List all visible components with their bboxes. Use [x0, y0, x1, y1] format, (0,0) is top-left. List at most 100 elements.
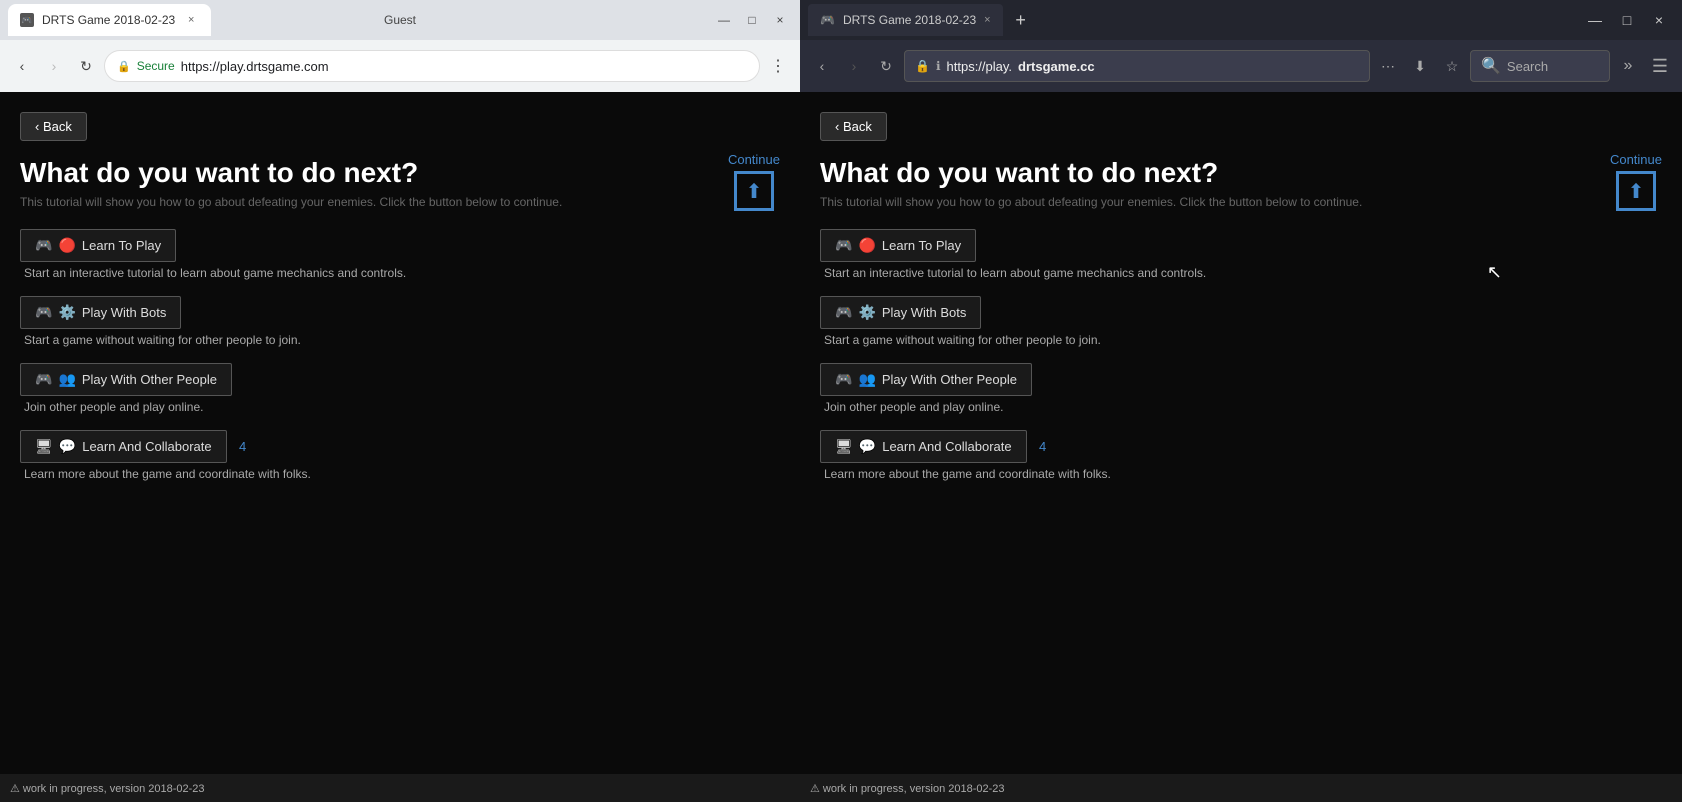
right-page-title: What do you want to do next?	[820, 157, 1662, 189]
chrome-tab[interactable]: 🎮 DRTS Game 2018-02-23 ×	[8, 4, 211, 36]
chrome-menu-btn[interactable]: ⋮	[764, 52, 792, 80]
right-option-play-with-people: 🎮 👥 Play With Other People Join other pe…	[820, 363, 1662, 414]
ff-tab-title: DRTS Game 2018-02-23	[843, 13, 976, 27]
right-continue-label: Continue	[1610, 152, 1662, 167]
ff-maximize-btn[interactable]: □	[1612, 5, 1642, 35]
left-play-with-bots-desc: Start a game without waiting for other p…	[24, 333, 780, 347]
right-play-with-bots-btn[interactable]: 🎮 ⚙️ Play With Bots	[820, 296, 981, 329]
ff-more-options-btn[interactable]: ⋯	[1374, 52, 1402, 80]
ff-refresh-btn[interactable]: ↻	[872, 52, 900, 80]
left-game-content: ‹ Back What do you want to do next? This…	[0, 92, 800, 774]
ff-chevron-more-btn[interactable]: »	[1614, 52, 1642, 80]
ff-search-text: Search	[1507, 59, 1548, 74]
left-chat-icon: 💬	[59, 438, 76, 455]
chrome-tab-close[interactable]: ×	[183, 12, 199, 28]
right-play-with-people-desc: Join other people and play online.	[824, 400, 1662, 414]
chrome-close-btn[interactable]: ×	[768, 8, 792, 32]
right-gamepad-icon: 🎮	[835, 237, 852, 254]
chrome-addressbar: ‹ › ↻ 🔒 Secure https://play.drtsgame.com…	[0, 40, 800, 92]
right-continue-arrow-icon: ⬆	[1616, 171, 1656, 211]
left-option-learn-collaborate: 🖥 💬 Learn And Collaborate 4 Learn more a…	[20, 430, 780, 481]
right-continue-btn[interactable]: Continue ⬆	[1610, 152, 1662, 211]
right-gamepad3-icon: 🎮	[835, 371, 852, 388]
left-statusbar: ⚠ work in progress, version 2018-02-23	[0, 774, 800, 802]
right-option4-badge: 4	[1039, 439, 1046, 454]
left-page-title: What do you want to do next?	[20, 157, 780, 189]
left-screen-icon: 🖥	[35, 438, 53, 455]
right-option-learn-collaborate: 🖥 💬 Learn And Collaborate 4 Learn more a…	[820, 430, 1662, 481]
left-learn-icon: 🔴	[58, 237, 75, 254]
left-back-button[interactable]: ‹ Back	[20, 112, 87, 141]
right-gamepad2-icon: 🎮	[835, 304, 852, 321]
right-play-with-bots-label: Play With Bots	[882, 305, 967, 320]
left-gamepad3-icon: 🎮	[35, 371, 52, 388]
right-play-with-people-label: Play With Other People	[882, 372, 1017, 387]
ff-tab-close-btn[interactable]: ×	[984, 14, 990, 26]
ff-back-nav[interactable]: ‹	[808, 52, 836, 80]
right-game-content: ‹ Back What do you want to do next? This…	[800, 92, 1682, 774]
left-continue-arrow-icon: ⬆	[734, 171, 774, 211]
left-option4-badge: 4	[239, 439, 246, 454]
right-chat-icon: 💬	[859, 438, 876, 455]
chrome-address-bar[interactable]: 🔒 Secure https://play.drtsgame.com	[104, 50, 760, 82]
left-page-subtitle: This tutorial will show you how to go ab…	[20, 195, 780, 209]
right-play-with-people-btn[interactable]: 🎮 👥 Play With Other People	[820, 363, 1032, 396]
ff-forward-nav[interactable]: ›	[840, 52, 868, 80]
ff-new-tab-btn[interactable]: +	[1007, 6, 1035, 34]
ff-toolbar-icons: ⋯ ⬇ ☆	[1374, 52, 1466, 80]
ff-search-box[interactable]: 🔍 Search	[1470, 50, 1610, 82]
right-learn-collaborate-desc: Learn more about the game and coordinate…	[824, 467, 1662, 481]
chrome-forward-nav[interactable]: ›	[40, 52, 68, 80]
chrome-refresh-btn[interactable]: ↻	[72, 52, 100, 80]
ff-address-bar[interactable]: 🔒 ℹ https://play.drtsgame.cc	[904, 50, 1370, 82]
chrome-url: https://play.drtsgame.com	[181, 59, 329, 74]
ff-pocket-icon[interactable]: ⬇	[1406, 52, 1434, 80]
left-learn-collaborate-desc: Learn more about the game and coordinate…	[24, 467, 780, 481]
ff-bookmark-icon[interactable]: ☆	[1438, 52, 1466, 80]
right-statusbar: ⚠ work in progress, version 2018-02-23	[800, 774, 1682, 802]
ff-addressbar: ‹ › ↻ 🔒 ℹ https://play.drtsgame.cc ⋯ ⬇ ☆…	[800, 40, 1682, 92]
right-option-learn-to-play: 🎮 🔴 Learn To Play Start an interactive t…	[820, 229, 1662, 280]
left-learn-to-play-btn[interactable]: 🎮 🔴 Learn To Play	[20, 229, 176, 262]
right-option-play-with-bots: 🎮 ⚙️ Play With Bots Start a game without…	[820, 296, 1662, 347]
left-option-learn-to-play: 🎮 🔴 Learn To Play Start an interactive t…	[20, 229, 780, 280]
right-back-button[interactable]: ‹ Back	[820, 112, 887, 141]
ff-minimize-btn[interactable]: —	[1580, 5, 1610, 35]
left-status-text: ⚠ work in progress, version 2018-02-23	[10, 782, 205, 795]
left-play-with-bots-btn[interactable]: 🎮 ⚙️ Play With Bots	[20, 296, 181, 329]
ff-window-controls: — □ ×	[1580, 5, 1674, 35]
right-play-with-bots-desc: Start a game without waiting for other p…	[824, 333, 1662, 347]
left-play-with-people-desc: Join other people and play online.	[24, 400, 780, 414]
right-learn-to-play-label: Learn To Play	[882, 238, 961, 253]
ff-tab-favicon: 🎮	[820, 13, 835, 27]
ff-hamburger-menu-btn[interactable]: ☰	[1646, 52, 1674, 80]
ff-search-magnifier-icon: 🔍	[1481, 56, 1501, 76]
chrome-minimize-btn[interactable]: —	[712, 8, 736, 32]
left-chrome-browser: 🎮 DRTS Game 2018-02-23 × Guest — □ × ‹ ›…	[0, 0, 800, 802]
ff-tab[interactable]: 🎮 DRTS Game 2018-02-23 ×	[808, 4, 1003, 36]
left-learn-to-play-desc: Start an interactive tutorial to learn a…	[24, 266, 780, 280]
ff-close-btn[interactable]: ×	[1644, 5, 1674, 35]
left-learn-collaborate-btn[interactable]: 🖥 💬 Learn And Collaborate	[20, 430, 227, 463]
left-play-with-people-btn[interactable]: 🎮 👥 Play With Other People	[20, 363, 232, 396]
left-gamepad-icon: 🎮	[35, 237, 52, 254]
right-people-icon: 👥	[858, 371, 875, 388]
left-learn-to-play-label: Learn To Play	[82, 238, 161, 253]
right-learn-collaborate-label: Learn And Collaborate	[882, 439, 1011, 454]
chrome-maximize-btn[interactable]: □	[740, 8, 764, 32]
right-learn-to-play-desc: Start an interactive tutorial to learn a…	[824, 266, 1662, 280]
right-learn-icon: 🔴	[858, 237, 875, 254]
ff-titlebar: 🎮 DRTS Game 2018-02-23 × + — □ ×	[800, 0, 1682, 40]
chrome-window-controls: — □ ×	[712, 8, 792, 32]
left-gamepad2-icon: 🎮	[35, 304, 52, 321]
left-option-play-with-people: 🎮 👥 Play With Other People Join other pe…	[20, 363, 780, 414]
chrome-back-nav[interactable]: ‹	[8, 52, 36, 80]
left-play-with-bots-label: Play With Bots	[82, 305, 167, 320]
right-learn-collaborate-btn[interactable]: 🖥 💬 Learn And Collaborate	[820, 430, 1027, 463]
secure-lock-icon: 🔒	[117, 60, 131, 73]
left-play-with-people-label: Play With Other People	[82, 372, 217, 387]
left-continue-btn[interactable]: Continue ⬆	[728, 152, 780, 211]
ff-info-icon: ℹ	[936, 59, 941, 73]
left-people-icon: 👥	[58, 371, 75, 388]
right-learn-to-play-btn[interactable]: 🎮 🔴 Learn To Play	[820, 229, 976, 262]
